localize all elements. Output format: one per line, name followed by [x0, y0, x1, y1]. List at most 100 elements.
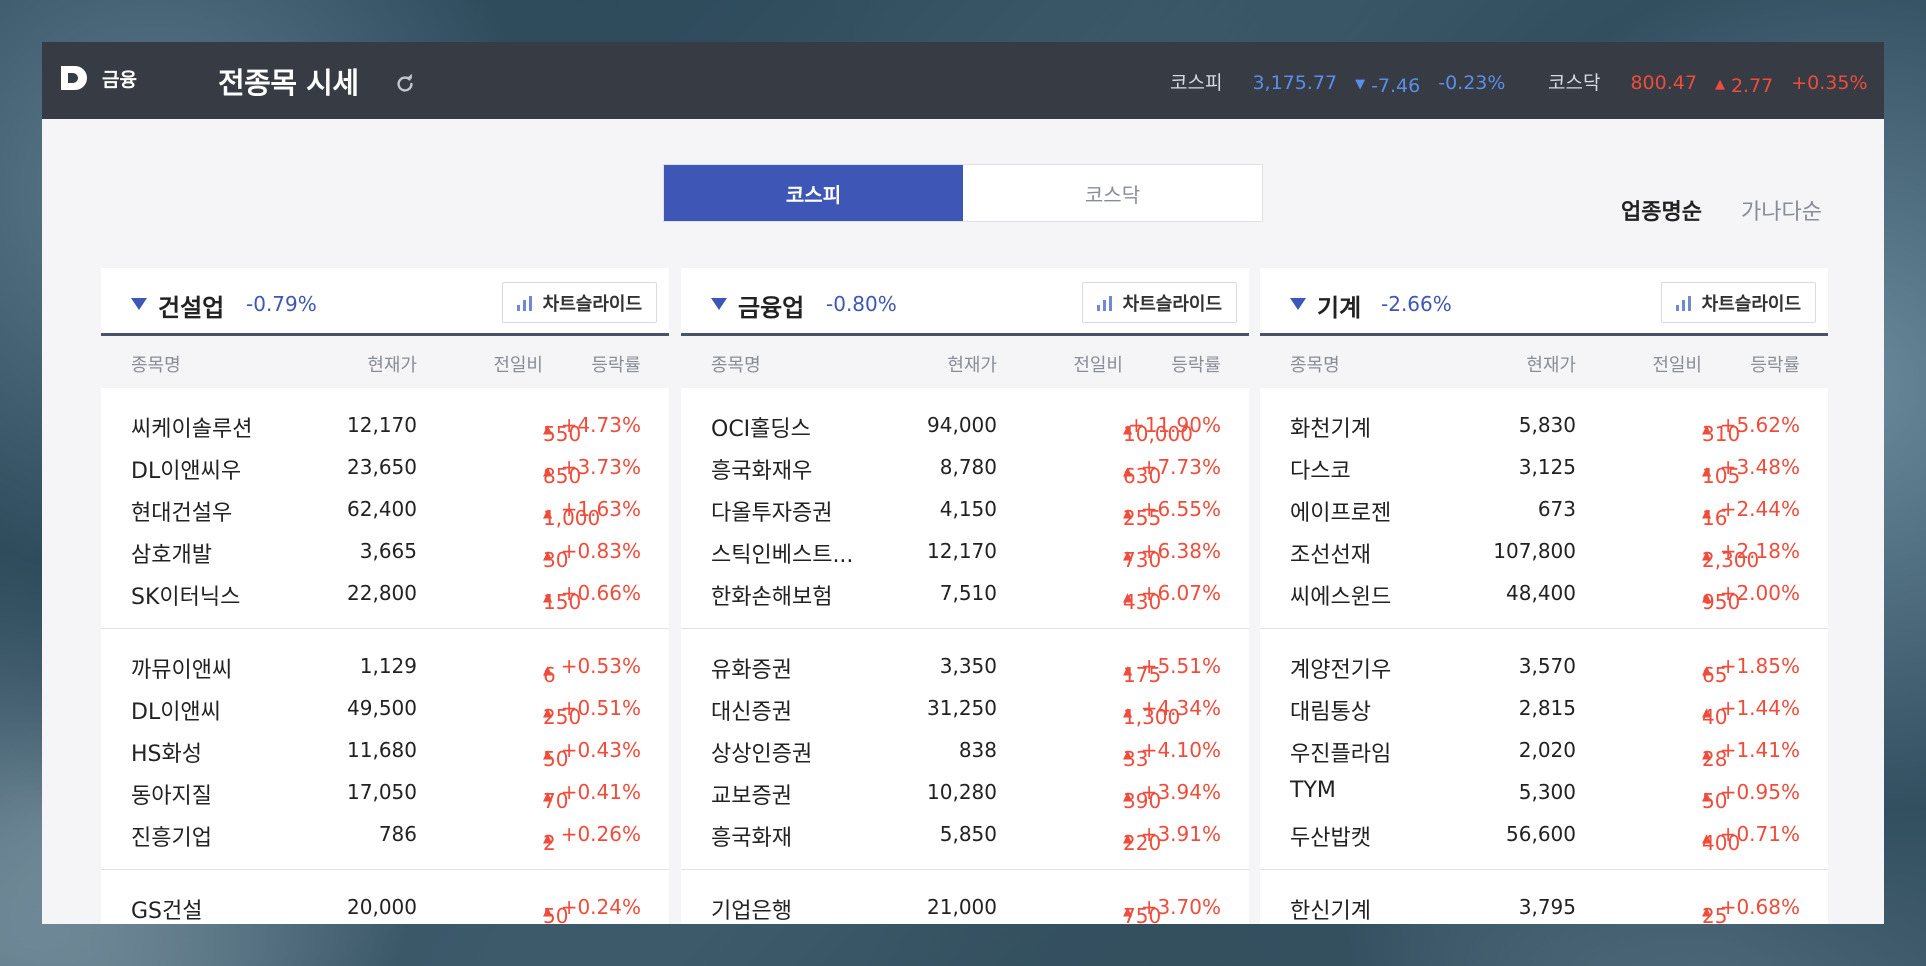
stock-name[interactable]: 삼호개발	[131, 537, 212, 569]
table-row[interactable]: 우진플라임 2,020 ▲ 28 +1.41%	[1260, 729, 1828, 771]
stock-name[interactable]: 한화손해보험	[711, 579, 832, 611]
stock-rate: +6.55%	[1140, 497, 1221, 521]
stock-name[interactable]: OCI홀딩스	[711, 411, 811, 443]
table-row[interactable]: SK이터닉스 22,800 ▲ 150 +0.66%	[101, 572, 669, 614]
stock-name[interactable]: 우진플라임	[1290, 736, 1391, 768]
stock-name[interactable]: 현대건설우	[131, 495, 232, 527]
tab-kosdaq[interactable]: 코스닥	[963, 165, 1262, 221]
table-row[interactable]: 한화손해보험 7,510 ▲ 430 +6.07%	[681, 572, 1249, 614]
stock-name[interactable]: 유화증권	[711, 652, 792, 684]
stock-name[interactable]: 계양전기우	[1290, 652, 1391, 684]
kosdaq-value: 800.47	[1630, 72, 1697, 94]
table-row[interactable]: 대신증권 31,250 ▲ 1,300 +4.34%	[681, 687, 1249, 729]
table-row[interactable]: 한신기계 3,795 ▲ 25 +0.68%	[1260, 886, 1828, 924]
table-row[interactable]: 에이프로젠 673 ▲ 16 +2.44%	[1260, 488, 1828, 530]
stock-name[interactable]: DL이앤씨	[131, 694, 221, 726]
table-row[interactable]: 유화증권 3,350 ▲ 175 +5.51%	[681, 645, 1249, 687]
refresh-icon[interactable]	[394, 73, 416, 95]
table-row[interactable]: TYM 5,300 ▲ 50 +0.95%	[1260, 771, 1828, 813]
table-row[interactable]: GS건설 20,000 ▲ 50 +0.24%	[101, 886, 669, 924]
collapse-triangle-icon[interactable]	[1290, 298, 1306, 310]
stock-name[interactable]: 씨에스윈드	[1290, 579, 1391, 611]
col-name: 종목명	[1290, 355, 1340, 376]
sector-name[interactable]: 건설업	[158, 288, 224, 323]
stock-name[interactable]: DL이앤씨우	[131, 453, 241, 485]
stock-price: 5,850	[939, 822, 997, 846]
stock-name[interactable]: 다스코	[1290, 453, 1351, 485]
stock-price: 31,250	[927, 696, 997, 720]
collapse-triangle-icon[interactable]	[711, 298, 727, 310]
stock-name[interactable]: 기업은행	[711, 893, 792, 924]
stock-name[interactable]: 조선선재	[1290, 537, 1371, 569]
chart-slide-button[interactable]: 차트슬라이드	[1660, 282, 1816, 323]
stock-name[interactable]: 교보증권	[711, 778, 792, 810]
stock-price: 1,129	[359, 654, 417, 678]
stock-name[interactable]: 스틱인베스트...	[711, 537, 853, 569]
table-row[interactable]: 씨에스윈드 48,400 ▲ 950 +2.00%	[1260, 572, 1828, 614]
stock-name[interactable]: HS화성	[131, 736, 202, 768]
stock-name[interactable]: 한신기계	[1290, 893, 1371, 924]
stock-name[interactable]: SK이터닉스	[131, 579, 240, 611]
stock-name[interactable]: 대신증권	[711, 694, 792, 726]
table-row[interactable]: 스틱인베스트... 12,170 ▲ 730 +6.38%	[681, 530, 1249, 572]
stock-name[interactable]: 화천기계	[1290, 411, 1371, 443]
table-row[interactable]: 상상인증권 838 ▲ 33 +4.10%	[681, 729, 1249, 771]
sector-panel: 건설업 -0.79% 차트슬라이드 종목명 현재가 전일비 등락률 씨케이솔루션 12,170 ▲…	[101, 268, 669, 924]
kospi-index[interactable]: 코스피 3,175.77 ▼ -7.46 -0.23%	[1170, 68, 1505, 97]
stock-name[interactable]: 흥국화재우	[711, 453, 812, 485]
table-row[interactable]: 조선선재 107,800 ▲ 2,300 +2.18%	[1260, 530, 1828, 572]
table-row[interactable]: 계양전기우 3,570 ▲ 65 +1.85%	[1260, 645, 1828, 687]
table-row[interactable]: 두산밥캣 56,600 ▲ 400 +0.71%	[1260, 813, 1828, 855]
col-name: 종목명	[711, 355, 761, 376]
table-row[interactable]: OCI홀딩스 94,000 ▲ 10,000 +11.90%	[681, 404, 1249, 446]
stock-price: 48,400	[1506, 581, 1576, 605]
table-row[interactable]: DL이앤씨우 23,650 ▲ 850 +3.73%	[101, 446, 669, 488]
kosdaq-index[interactable]: 코스닥 800.47 ▲ 2.77 +0.35%	[1548, 68, 1868, 97]
stock-name[interactable]: 대림통상	[1290, 694, 1371, 726]
table-row[interactable]: 화천기계 5,830 ▲ 310 +5.62%	[1260, 404, 1828, 446]
table-row[interactable]: 교보증권 10,280 ▲ 390 +3.94%	[681, 771, 1249, 813]
table-row[interactable]: 흥국화재 5,850 ▲ 220 +3.91%	[681, 813, 1249, 855]
sector-rate: -0.79%	[246, 292, 317, 316]
stock-name[interactable]: 흥국화재	[711, 820, 792, 852]
stock-rate: +0.95%	[1719, 780, 1800, 804]
sort-by-alphabet[interactable]: 가나다순	[1741, 194, 1822, 226]
stock-name[interactable]: 상상인증권	[711, 736, 812, 768]
sector-name[interactable]: 금융업	[738, 288, 804, 323]
up-arrow-icon: ▲	[1714, 77, 1725, 92]
collapse-triangle-icon[interactable]	[131, 298, 147, 310]
sort-by-sector[interactable]: 업종명순	[1621, 194, 1702, 226]
stock-name[interactable]: 다올투자증권	[711, 495, 832, 527]
stock-price: 7,510	[939, 581, 997, 605]
table-row[interactable]: 까뮤이앤씨 1,129 ▲ 6 +0.53%	[101, 645, 669, 687]
stock-group: 한신기계 3,795 ▲ 25 +0.68%	[1260, 870, 1828, 924]
chart-slide-button[interactable]: 차트슬라이드	[501, 282, 657, 323]
stock-name[interactable]: TYM	[1290, 778, 1336, 803]
table-row[interactable]: 동아지질 17,050 ▲ 70 +0.41%	[101, 771, 669, 813]
table-row[interactable]: HS화성 11,680 ▲ 50 +0.43%	[101, 729, 669, 771]
logo[interactable]: 금융	[58, 62, 137, 94]
table-row[interactable]: 현대건설우 62,400 ▲ 1,000 +1.63%	[101, 488, 669, 530]
table-row[interactable]: 다스코 3,125 ▲ 105 +3.48%	[1260, 446, 1828, 488]
stock-name[interactable]: 동아지질	[131, 778, 212, 810]
stock-name[interactable]: 두산밥캣	[1290, 820, 1371, 852]
table-row[interactable]: 대림통상 2,815 ▲ 40 +1.44%	[1260, 687, 1828, 729]
table-row[interactable]: DL이앤씨 49,500 ▲ 250 +0.51%	[101, 687, 669, 729]
table-row[interactable]: 흥국화재우 8,780 ▲ 630 +7.73%	[681, 446, 1249, 488]
sector-name[interactable]: 기계	[1317, 288, 1361, 323]
stock-name[interactable]: 에이프로젠	[1290, 495, 1391, 527]
table-row[interactable]: 다올투자증권 4,150 ▲ 255 +6.55%	[681, 488, 1249, 530]
table-row[interactable]: 삼호개발 3,665 ▲ 30 +0.83%	[101, 530, 669, 572]
chart-slide-button[interactable]: 차트슬라이드	[1081, 282, 1237, 323]
table-row[interactable]: 기업은행 21,000 ▲ 750 +3.70%	[681, 886, 1249, 924]
kosdaq-change-value: 2.77	[1730, 74, 1774, 97]
table-row[interactable]: 진흥기업 786 ▲ 2 +0.26%	[101, 813, 669, 855]
stock-name[interactable]: 씨케이솔루션	[131, 411, 252, 443]
stock-price: 8,780	[939, 455, 997, 479]
stock-name[interactable]: 까뮤이앤씨	[131, 652, 232, 684]
tab-kospi[interactable]: 코스피	[664, 165, 963, 221]
chart-slide-label: 차트슬라이드	[1122, 293, 1222, 315]
table-row[interactable]: 씨케이솔루션 12,170 ▲ 550 +4.73%	[101, 404, 669, 446]
stock-name[interactable]: GS건설	[131, 893, 203, 924]
stock-name[interactable]: 진흥기업	[131, 820, 212, 852]
